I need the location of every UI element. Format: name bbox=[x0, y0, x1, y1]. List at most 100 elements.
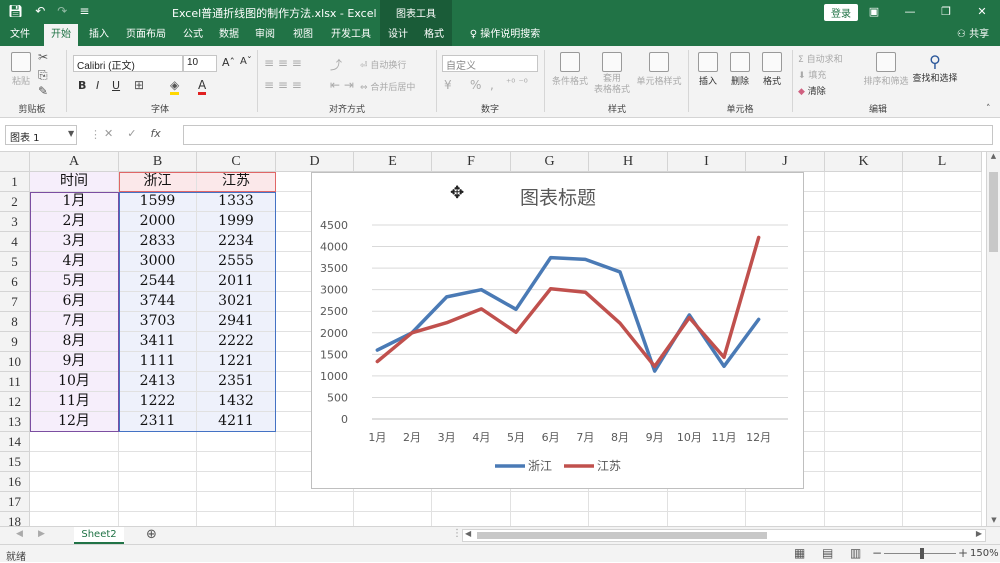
tab-home[interactable]: 开始 bbox=[44, 24, 78, 46]
undo-icon[interactable]: ↶ bbox=[35, 4, 45, 18]
cancel-icon[interactable]: ✕ bbox=[104, 127, 113, 140]
column-header[interactable]: J bbox=[746, 152, 825, 172]
cell[interactable] bbox=[903, 412, 982, 432]
chart-title[interactable]: 图表标题 bbox=[520, 187, 596, 209]
vertical-scrollbar[interactable]: ▲ ▼ bbox=[986, 152, 1000, 526]
cell[interactable] bbox=[432, 512, 511, 526]
select-all-corner[interactable] bbox=[0, 152, 30, 172]
cell-styles-button[interactable]: 单元格样式 bbox=[634, 52, 684, 87]
row-header[interactable]: 11 bbox=[0, 372, 30, 392]
cell[interactable] bbox=[903, 312, 982, 332]
cell[interactable] bbox=[825, 232, 903, 252]
cell[interactable] bbox=[30, 472, 119, 492]
column-header[interactable]: F bbox=[432, 152, 511, 172]
cell[interactable] bbox=[825, 312, 903, 332]
cell[interactable] bbox=[354, 512, 432, 526]
cell[interactable] bbox=[825, 252, 903, 272]
chart-legend[interactable]: 浙江 江苏 bbox=[495, 459, 621, 473]
cell[interactable] bbox=[825, 212, 903, 232]
scroll-right-icon[interactable]: ▶ bbox=[976, 529, 982, 538]
row-header[interactable]: 13 bbox=[0, 412, 30, 432]
add-sheet-icon[interactable]: ⊕ bbox=[146, 527, 157, 542]
decimal-icon[interactable]: ⁺⁰ ⁻⁰ bbox=[506, 78, 528, 89]
cell[interactable] bbox=[589, 512, 668, 526]
font-color-icon[interactable]: A bbox=[198, 78, 207, 95]
login-button[interactable]: 登录 bbox=[824, 4, 858, 21]
minimize-icon[interactable]: — bbox=[892, 0, 928, 24]
row-header[interactable]: 4 bbox=[0, 232, 30, 252]
conditional-format-button[interactable]: 条件格式 bbox=[550, 52, 590, 87]
format-cells-button[interactable]: 格式 bbox=[758, 52, 786, 87]
name-box[interactable]: 图表 1 bbox=[5, 125, 77, 145]
vertical-scroll-thumb[interactable] bbox=[989, 172, 998, 252]
row-header[interactable]: 17 bbox=[0, 492, 30, 512]
cell[interactable] bbox=[30, 512, 119, 526]
next-sheet-icon[interactable]: ▶ bbox=[38, 529, 45, 539]
fill-button[interactable]: ⬇ 填充 bbox=[798, 68, 826, 81]
row-header[interactable]: 12 bbox=[0, 392, 30, 412]
indent-icon[interactable]: ⇤ ⇥ bbox=[330, 78, 354, 92]
normal-view-icon[interactable]: ▦ bbox=[794, 546, 805, 560]
line-chart[interactable]: 0 500 1000 1500 2000 2500 3000 3500 4000 4500 1月 2… bbox=[311, 172, 804, 489]
cell[interactable] bbox=[276, 512, 354, 526]
cell[interactable] bbox=[825, 272, 903, 292]
format-painter-icon[interactable]: ✎ bbox=[38, 84, 48, 98]
tab-review[interactable]: 审阅 bbox=[248, 24, 282, 46]
cell[interactable] bbox=[903, 212, 982, 232]
row-header[interactable]: 18 bbox=[0, 512, 30, 526]
row-header[interactable]: 16 bbox=[0, 472, 30, 492]
share-button[interactable]: ⚇ 共享 bbox=[950, 24, 996, 46]
tab-split-icon[interactable]: ⋮ bbox=[452, 528, 462, 539]
cell[interactable] bbox=[903, 392, 982, 412]
row-header[interactable]: 14 bbox=[0, 432, 30, 452]
row-header[interactable]: 6 bbox=[0, 272, 30, 292]
row-header[interactable]: 7 bbox=[0, 292, 30, 312]
grow-font-button[interactable]: Aˆ bbox=[222, 56, 235, 69]
cell[interactable] bbox=[903, 432, 982, 452]
cell[interactable] bbox=[903, 452, 982, 472]
cut-icon[interactable]: ✂ bbox=[38, 50, 48, 64]
column-header[interactable]: G bbox=[511, 152, 589, 172]
cell[interactable] bbox=[825, 372, 903, 392]
cell[interactable] bbox=[825, 392, 903, 412]
cell[interactable] bbox=[825, 192, 903, 212]
collapse-ribbon-icon[interactable]: ˄ bbox=[986, 104, 991, 114]
save-icon[interactable]: 💾︎ bbox=[8, 4, 23, 18]
cell[interactable] bbox=[276, 492, 354, 512]
cell[interactable] bbox=[825, 352, 903, 372]
column-header[interactable]: K bbox=[825, 152, 903, 172]
row-header[interactable]: 3 bbox=[0, 212, 30, 232]
font-name-combo[interactable]: Calibri (正文) bbox=[73, 55, 183, 72]
border-icon[interactable]: ⊞ bbox=[134, 78, 144, 92]
underline-button[interactable]: U bbox=[112, 79, 120, 92]
column-header[interactable]: D bbox=[276, 152, 354, 172]
cell[interactable] bbox=[119, 432, 197, 452]
name-box-dropdown-icon[interactable]: ▼ bbox=[68, 129, 74, 138]
row-header[interactable]: 9 bbox=[0, 332, 30, 352]
italic-button[interactable]: I bbox=[96, 79, 99, 92]
cell[interactable] bbox=[903, 232, 982, 252]
cell[interactable] bbox=[903, 332, 982, 352]
scroll-down-icon[interactable]: ▼ bbox=[987, 516, 1000, 524]
restore-icon[interactable]: ❐ bbox=[928, 0, 964, 24]
column-header[interactable]: B bbox=[119, 152, 197, 172]
cell[interactable] bbox=[668, 512, 746, 526]
cell[interactable] bbox=[825, 432, 903, 452]
orientation-icon[interactable]: ⤴ bbox=[330, 56, 342, 73]
column-header[interactable]: H bbox=[589, 152, 668, 172]
cell[interactable] bbox=[119, 472, 197, 492]
sheet-tab-sheet2[interactable]: Sheet2 bbox=[74, 527, 124, 544]
tab-file[interactable]: 文件 bbox=[4, 24, 36, 46]
cell[interactable] bbox=[30, 492, 119, 512]
cell[interactable] bbox=[354, 492, 432, 512]
cell[interactable] bbox=[825, 472, 903, 492]
shrink-font-button[interactable]: Aˇ bbox=[240, 56, 252, 67]
cell[interactable] bbox=[825, 412, 903, 432]
autosum-button[interactable]: Σ 自动求和 bbox=[798, 52, 843, 65]
merge-center-button[interactable]: ⇔ 合并后居中 bbox=[360, 80, 415, 93]
page-layout-view-icon[interactable]: ▤ bbox=[822, 546, 833, 560]
cell[interactable] bbox=[825, 452, 903, 472]
cell[interactable] bbox=[903, 272, 982, 292]
row-header[interactable]: 1 bbox=[0, 172, 30, 192]
cell[interactable] bbox=[903, 292, 982, 312]
